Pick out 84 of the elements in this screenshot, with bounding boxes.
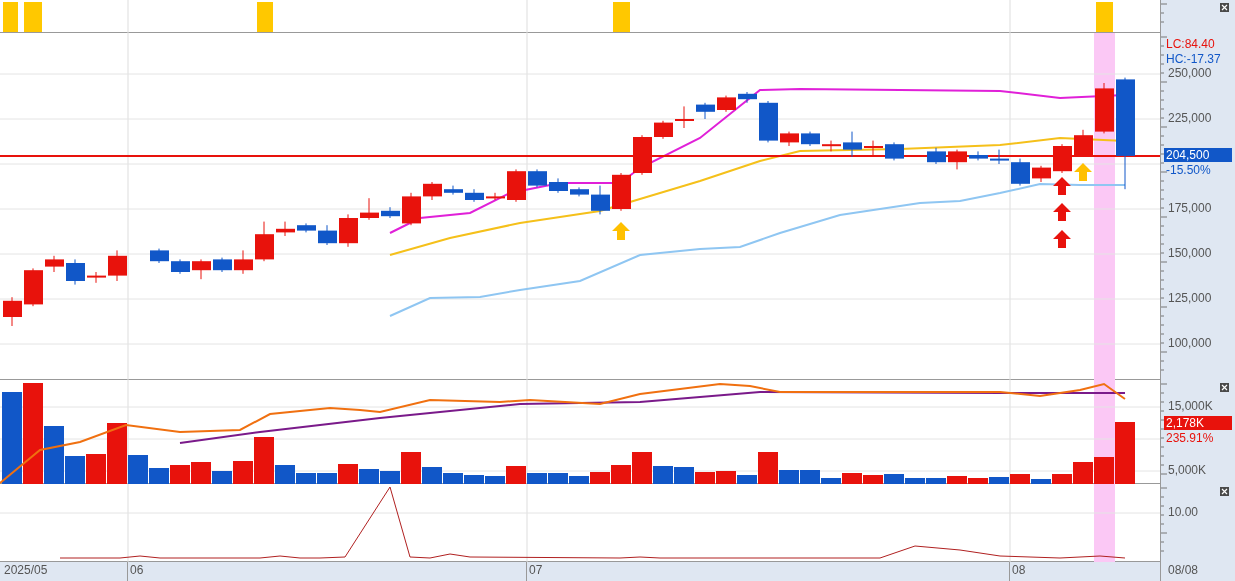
candlestick (339, 213, 358, 248)
candlestick (465, 188, 484, 203)
candlestick (297, 222, 316, 233)
candlestick (150, 248, 169, 264)
candlestick (822, 140, 841, 152)
date-label: 07 (529, 563, 543, 577)
candlestick (276, 221, 295, 237)
candlestick (24, 267, 43, 307)
date-label: 2025/05 (4, 563, 48, 577)
candlestick (696, 102, 715, 120)
signal-marker (24, 2, 42, 32)
candlestick (780, 131, 799, 147)
candlestick (255, 221, 274, 262)
axis-label: 125,000 (1168, 291, 1212, 305)
candlestick (486, 192, 505, 201)
signal-marker (257, 2, 273, 32)
candlestick (612, 172, 631, 212)
candlestick (3, 296, 22, 327)
price-readout: LC:84.40 (1165, 37, 1216, 51)
candlestick (318, 224, 337, 246)
close-icon[interactable] (1220, 383, 1229, 392)
candlestick (549, 177, 568, 194)
candlestick (1032, 165, 1051, 183)
signal-marker (1096, 2, 1113, 32)
price-readout: 235.91% (1165, 431, 1215, 445)
candlestick (234, 249, 253, 275)
candlestick (759, 100, 778, 143)
axis-label: 225,000 (1168, 111, 1212, 125)
price-readout: -15.50% (1165, 163, 1212, 177)
candlestick (675, 105, 694, 129)
up-arrow-icon (1053, 177, 1071, 195)
candlestick (927, 147, 946, 165)
candlestick (843, 131, 862, 158)
axis-label: 15,000K (1168, 399, 1213, 413)
axis-label: 175,000 (1168, 201, 1212, 215)
candlestick (507, 168, 526, 203)
candlestick (654, 120, 673, 140)
axis-label: 5,000K (1168, 463, 1207, 477)
candlestick (864, 140, 883, 158)
candlestick (717, 95, 736, 113)
date-label: 08/08 (1168, 563, 1199, 577)
up-arrow-icon (1053, 203, 1071, 221)
candlestick (633, 134, 652, 176)
candlestick (360, 197, 379, 221)
up-arrow-icon (1053, 230, 1071, 248)
candlestick (528, 168, 547, 188)
candlestick (990, 149, 1009, 165)
close-icon[interactable] (1220, 3, 1229, 12)
candlestick (444, 185, 463, 196)
candlestick (948, 149, 967, 170)
candlestick (1053, 143, 1072, 174)
candlestick (1011, 158, 1030, 187)
candlestick (1074, 129, 1093, 158)
candlestick (570, 186, 589, 197)
candlestick (402, 192, 421, 226)
price-readout: HC:-17.37 (1165, 52, 1222, 66)
candlestick (381, 206, 400, 219)
candlestick (192, 258, 211, 280)
up-arrow-icon (612, 222, 630, 240)
candlestick (885, 141, 904, 161)
price-readout: 204,500 (1164, 148, 1232, 162)
candlestick (87, 271, 106, 284)
candlestick (801, 131, 820, 147)
close-icon[interactable] (1220, 487, 1229, 496)
axis-label: 10.00 (1168, 505, 1199, 519)
axis-label: 100,000 (1168, 336, 1212, 350)
up-arrow-icon (1074, 163, 1092, 181)
date-label: 06 (130, 563, 144, 577)
candlestick (213, 257, 232, 273)
candlestick (66, 258, 85, 286)
axis-label: 150,000 (1168, 246, 1212, 260)
candlestick (45, 255, 64, 273)
axis-label: 250,000 (1168, 66, 1212, 80)
candlestick (171, 258, 190, 275)
candlestick (423, 181, 442, 201)
candlestick (1095, 82, 1114, 134)
price-readout: 2,178K (1164, 416, 1232, 430)
date-label: 08 (1012, 563, 1026, 577)
candlestick (738, 91, 757, 104)
candlestick (969, 150, 988, 161)
signal-marker (3, 2, 18, 32)
candlestick (591, 185, 610, 215)
candlestick (108, 249, 127, 282)
signal-marker (613, 2, 630, 32)
